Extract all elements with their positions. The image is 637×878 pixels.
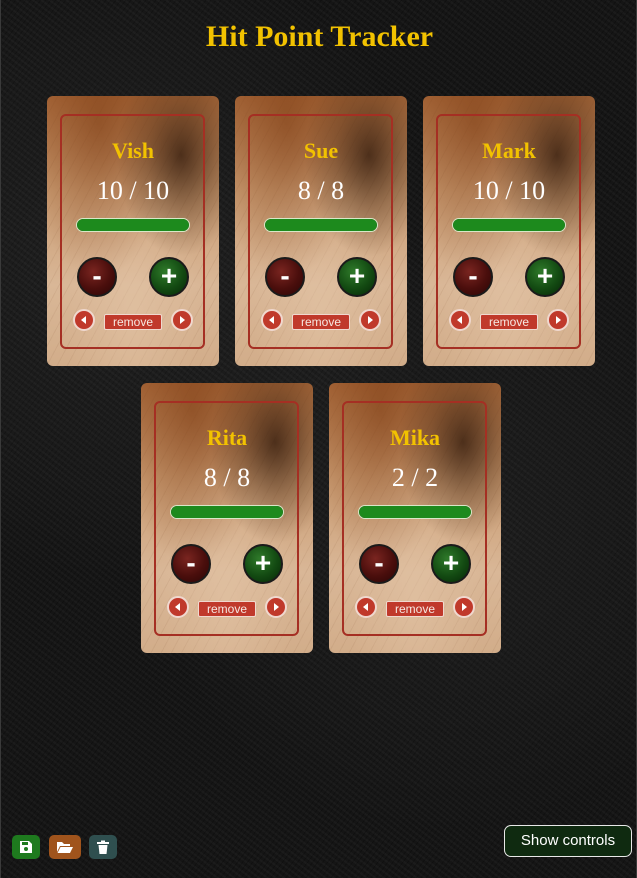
hp-bar [264, 218, 378, 232]
chevron-left-icon [269, 316, 274, 324]
move-left-button[interactable] [449, 309, 471, 331]
increase-hp-button[interactable]: + [243, 544, 283, 584]
trash-icon [97, 840, 109, 854]
remove-button[interactable]: remove [198, 601, 256, 617]
player-name: Sue [303, 138, 339, 163]
hp-readout: 10 / 10 [472, 176, 546, 205]
move-right-button[interactable] [359, 309, 381, 331]
player-card-mark: Mark 10 / 10 - + remove [423, 96, 595, 366]
hp-bar [170, 505, 284, 519]
move-left-button[interactable] [167, 596, 189, 618]
hp-bar-fill [453, 219, 565, 231]
chevron-right-icon [274, 603, 279, 611]
folder-open-icon [57, 842, 73, 853]
hp-bar [452, 218, 566, 232]
hp-bar-fill [359, 506, 471, 518]
open-button[interactable] [49, 835, 81, 859]
show-controls-button[interactable]: Show controls [504, 825, 632, 857]
move-right-button[interactable] [171, 309, 193, 331]
player-name: Mika [389, 425, 441, 450]
move-right-button[interactable] [453, 596, 475, 618]
chevron-left-icon [457, 316, 462, 324]
hp-readout: 8 / 8 [203, 463, 251, 492]
decrease-hp-button[interactable]: - [359, 544, 399, 584]
move-left-button[interactable] [73, 309, 95, 331]
decrease-hp-button[interactable]: - [77, 257, 117, 297]
save-icon [20, 841, 32, 853]
remove-button[interactable]: remove [480, 314, 538, 330]
chevron-left-icon [363, 603, 368, 611]
move-right-button[interactable] [547, 309, 569, 331]
player-name: Vish [112, 138, 154, 163]
decrease-hp-button[interactable]: - [171, 544, 211, 584]
chevron-left-icon [175, 603, 180, 611]
delete-button[interactable] [89, 835, 117, 859]
hp-bar-fill [171, 506, 283, 518]
increase-hp-button[interactable]: + [149, 257, 189, 297]
increase-hp-button[interactable]: + [431, 544, 471, 584]
increase-hp-button[interactable]: + [337, 257, 377, 297]
chevron-right-icon [180, 316, 185, 324]
player-card-mika: Mika 2 / 2 - + remove [329, 383, 501, 653]
player-name: Mark [482, 138, 536, 163]
hp-readout: 2 / 2 [391, 463, 439, 492]
page-title: Hit Point Tracker [205, 20, 434, 53]
remove-button[interactable]: remove [104, 314, 162, 330]
move-right-button[interactable] [265, 596, 287, 618]
hp-readout: 10 / 10 [96, 176, 170, 205]
chevron-right-icon [556, 316, 561, 324]
move-left-button[interactable] [355, 596, 377, 618]
save-button[interactable] [12, 835, 40, 859]
hp-bar [358, 505, 472, 519]
decrease-hp-button[interactable]: - [265, 257, 305, 297]
hp-bar [76, 218, 190, 232]
player-card-rita: Rita 8 / 8 - + remove [141, 383, 313, 653]
player-card-vish: Vish 10 / 10 - + remove [47, 96, 219, 366]
player-card-sue: Sue 8 / 8 - + remove [235, 96, 407, 366]
chevron-right-icon [462, 603, 467, 611]
increase-hp-button[interactable]: + [525, 257, 565, 297]
decrease-hp-button[interactable]: - [453, 257, 493, 297]
chevron-right-icon [368, 316, 373, 324]
hp-readout: 8 / 8 [297, 176, 345, 205]
remove-button[interactable]: remove [292, 314, 350, 330]
move-left-button[interactable] [261, 309, 283, 331]
player-name: Rita [206, 425, 248, 450]
chevron-left-icon [81, 316, 86, 324]
hp-bar-fill [265, 219, 377, 231]
hp-bar-fill [77, 219, 189, 231]
remove-button[interactable]: remove [386, 601, 444, 617]
